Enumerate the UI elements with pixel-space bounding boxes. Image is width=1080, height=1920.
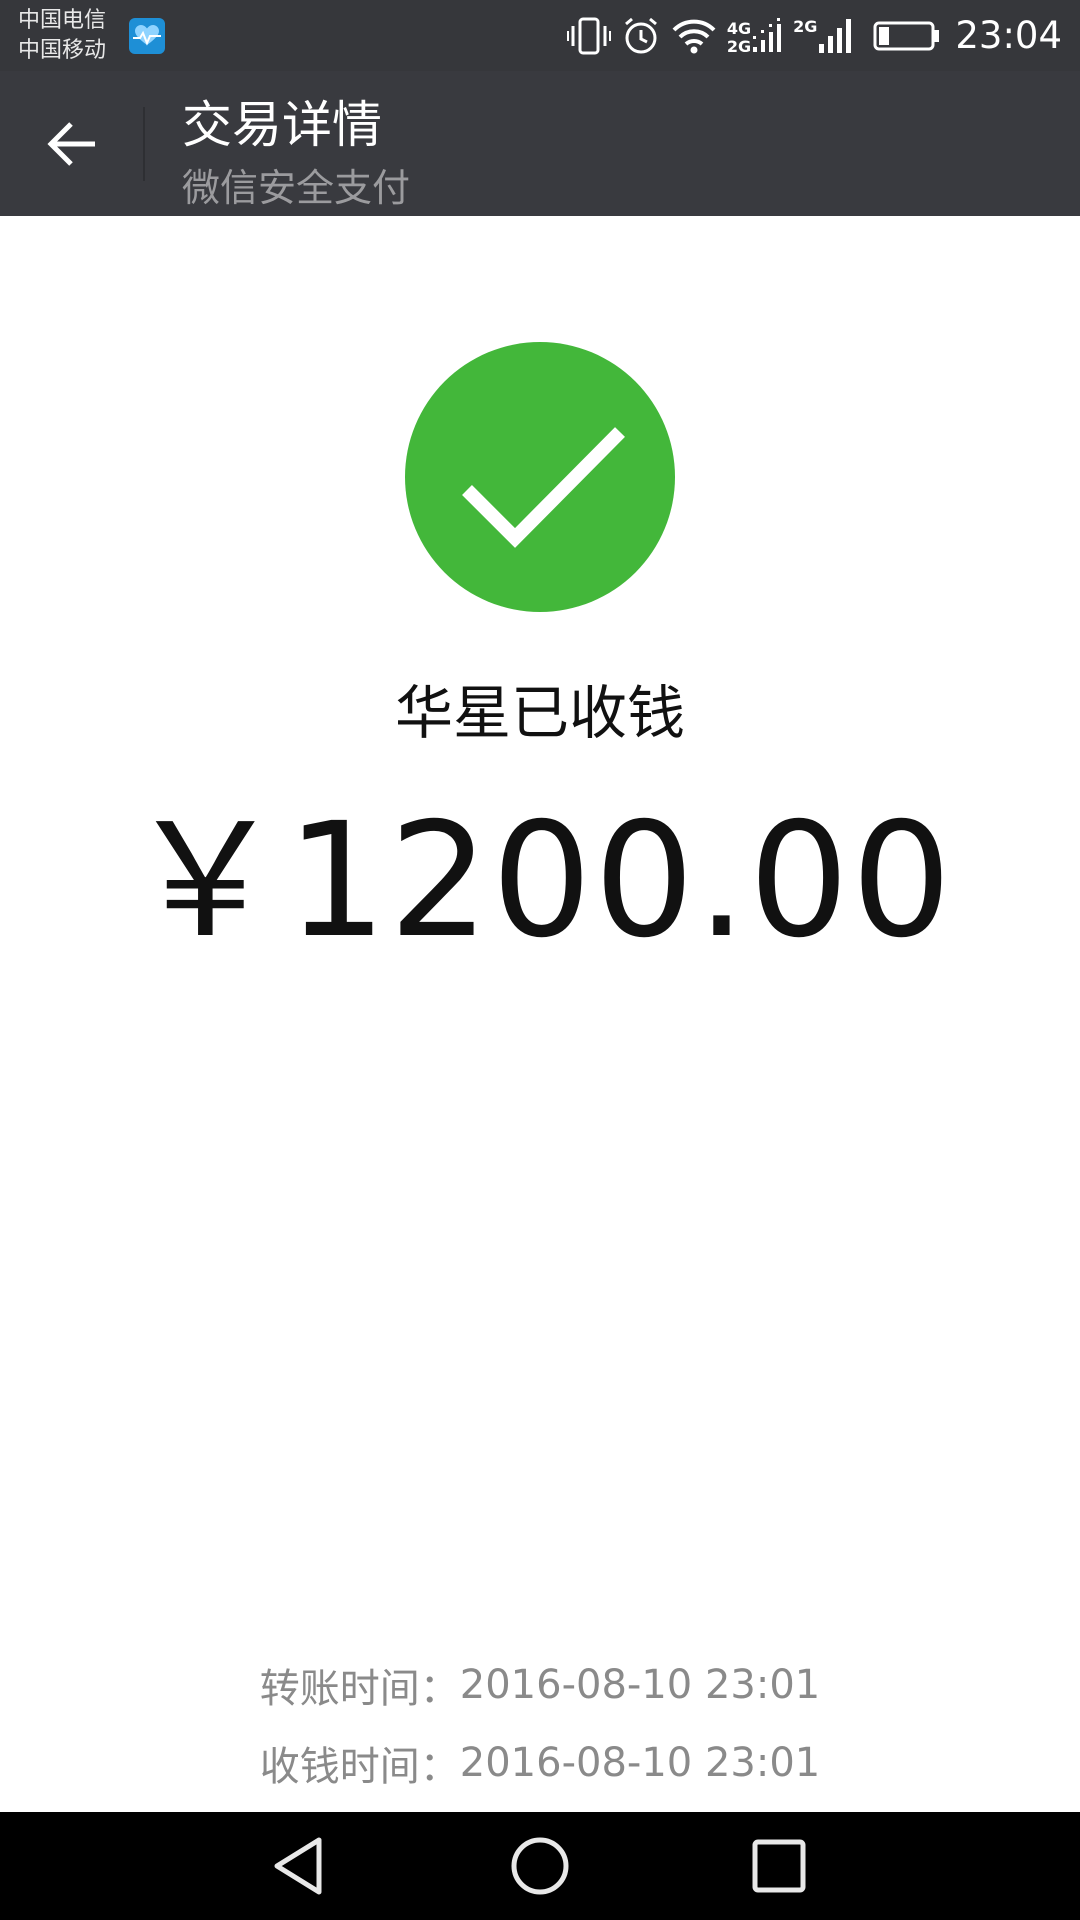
transaction-times: 转账时间： 2016-08-10 23:01 收钱时间： 2016-08-10 … xyxy=(0,1646,1080,1802)
transfer-time-value: 2016-08-10 23:01 xyxy=(459,1662,821,1708)
clock: 23:04 xyxy=(955,14,1062,57)
system-nav-bar xyxy=(0,1812,1080,1920)
nav-home-icon[interactable] xyxy=(508,1834,572,1898)
app-header: 交易详情 微信安全支付 xyxy=(0,71,1080,216)
payment-amount: ￥1200.00 xyxy=(126,789,954,973)
carrier-2: 中国移动 xyxy=(18,38,107,63)
transfer-time-row: 转账时间： 2016-08-10 23:01 xyxy=(0,1646,1080,1724)
status-bar: 中国电信 中国移动 4G 2G 2G 23:04 xyxy=(0,0,1080,71)
carrier-info: 中国电信 中国移动 xyxy=(18,6,106,66)
page-subtitle: 微信安全支付 xyxy=(182,166,411,210)
net-label-2g-b: 2G xyxy=(793,16,818,36)
alarm-icon xyxy=(624,17,657,53)
signal-4g-icon: 4G 2G xyxy=(727,16,783,56)
back-button[interactable] xyxy=(28,106,118,182)
receive-time-row: 收钱时间： 2016-08-10 23:01 xyxy=(0,1724,1080,1802)
page-title: 交易详情 xyxy=(182,96,382,154)
header-divider xyxy=(143,107,145,181)
payment-status-text: 华星已收钱 xyxy=(394,679,685,747)
nav-recents-icon[interactable] xyxy=(747,1834,811,1898)
net-label-2g-a: 2G xyxy=(726,36,752,56)
receive-time-label: 收钱时间： xyxy=(259,1744,460,1790)
signal-2g-icon: 2G xyxy=(793,16,853,56)
transfer-time-label: 转账时间： xyxy=(259,1666,460,1712)
wifi-icon xyxy=(672,19,716,53)
nav-back-icon[interactable] xyxy=(269,1834,333,1898)
battery-icon xyxy=(873,21,940,50)
vibrate-icon xyxy=(566,17,611,54)
screen: 中国电信 中国移动 4G 2G 2G 23:04 交易详情 微信安全支付 华星已… xyxy=(0,0,1080,1920)
carrier-1: 中国电信 xyxy=(18,8,107,33)
receive-time-value: 2016-08-10 23:01 xyxy=(459,1740,821,1786)
status-icons: 4G 2G 2G 23:04 xyxy=(557,0,1062,71)
success-check-icon xyxy=(405,342,675,612)
health-heart-icon xyxy=(129,18,165,54)
net-label-4g: 4G xyxy=(726,18,752,38)
back-arrow-icon xyxy=(47,122,95,166)
